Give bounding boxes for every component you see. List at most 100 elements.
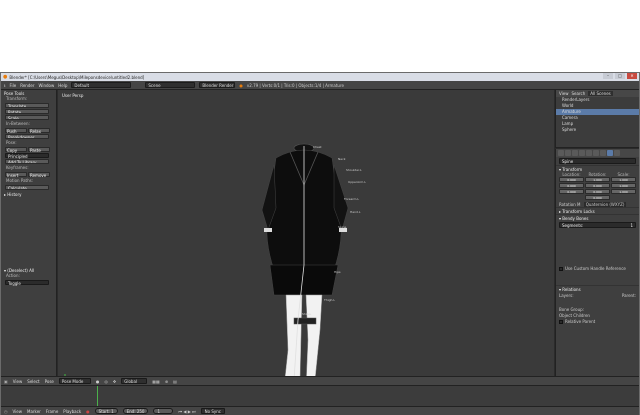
- timeline-marker-menu[interactable]: Marker: [27, 409, 41, 414]
- maximize-button[interactable]: □: [615, 73, 625, 79]
- segments-field[interactable]: Segments: 1: [559, 222, 636, 228]
- bone-label-shin[interactable]: Shin.L: [302, 312, 311, 316]
- scale-y[interactable]: 1.000: [611, 183, 636, 188]
- data-tab-icon[interactable]: [600, 150, 606, 156]
- playback-controls-icon[interactable]: ⏮ ◀ ▶ ⏭: [178, 409, 195, 414]
- close-button[interactable]: ✕: [627, 73, 637, 79]
- scale-button[interactable]: Scale: [5, 115, 49, 120]
- pivot-icon[interactable]: ◎: [104, 379, 108, 384]
- 3d-view-editor-icon[interactable]: ▣: [4, 379, 8, 384]
- bone-label-upperarm[interactable]: UpperArm.L: [348, 180, 366, 184]
- rotation-w[interactable]: 1.000: [585, 177, 610, 182]
- layout-selector[interactable]: Default: [71, 82, 132, 88]
- outliner-search-menu[interactable]: Search: [572, 91, 586, 96]
- rotation-z[interactable]: 0.000: [585, 195, 610, 200]
- location-z[interactable]: 0.000: [559, 189, 584, 194]
- 3d-viewport[interactable]: User Persp Chest Neck Shoulder.L UpperAr…: [58, 90, 554, 390]
- timeline[interactable]: [1, 385, 639, 407]
- timeline-frame-menu[interactable]: Frame: [46, 409, 58, 414]
- outliner-item-sphere[interactable]: Sphere: [556, 127, 639, 133]
- outliner-view-menu[interactable]: View: [559, 91, 569, 96]
- scene-tab-icon[interactable]: [572, 150, 578, 156]
- current-frame-cursor[interactable]: [97, 386, 98, 407]
- scale-x[interactable]: 1.000: [611, 177, 636, 182]
- relative-parent-row[interactable]: Relative Parent: [556, 318, 639, 324]
- bone-label-hand[interactable]: Hand.L: [350, 210, 361, 214]
- calculate-paths-button[interactable]: Calculate: [5, 185, 49, 190]
- location-y[interactable]: 0.000: [559, 183, 584, 188]
- rotate-button[interactable]: Rotate: [5, 109, 49, 114]
- pose-library-selector[interactable]: Principled: [5, 153, 49, 159]
- end-frame-value: 250: [136, 409, 145, 414]
- scale-z[interactable]: 1.000: [611, 189, 636, 194]
- minimize-button[interactable]: –: [603, 73, 613, 79]
- rotation-y[interactable]: 0.000: [585, 189, 610, 194]
- location-x[interactable]: 0.000: [559, 177, 584, 182]
- timeline-editor-icon[interactable]: ◷: [4, 409, 8, 414]
- end-frame-field[interactable]: End: 250: [122, 408, 149, 414]
- segments-label: Segments:: [562, 223, 584, 228]
- object-tab-icon[interactable]: [586, 150, 592, 156]
- render-engine-selector[interactable]: Blender Render: [199, 82, 236, 88]
- render-tab-icon[interactable]: [558, 150, 564, 156]
- menu-help[interactable]: Help: [58, 83, 67, 88]
- custom-handle-checkbox[interactable]: [559, 267, 563, 271]
- timeline-playback-menu[interactable]: Playback: [63, 409, 81, 414]
- bone-constraints-tab-icon[interactable]: [614, 150, 620, 156]
- relative-parent-checkbox[interactable]: [559, 320, 563, 324]
- add-to-library-button[interactable]: Add To Library: [5, 159, 49, 164]
- mode-selector[interactable]: Pose Mode: [58, 378, 91, 384]
- character-model[interactable]: [58, 90, 554, 390]
- bone-label-forearm[interactable]: Forearm.L: [344, 197, 359, 201]
- rotation-mode-selector[interactable]: Quaternion (WXYZ): [583, 202, 627, 207]
- record-icon[interactable]: ●: [86, 409, 90, 414]
- transform-panel[interactable]: ▾ Transform: [556, 165, 639, 172]
- render-preview-icon[interactable]: ▤: [173, 379, 177, 384]
- menu-window[interactable]: Window: [38, 83, 54, 88]
- bone-label-neck[interactable]: Neck: [338, 157, 345, 161]
- orientation-selector[interactable]: Global: [121, 378, 148, 384]
- sync-selector[interactable]: No Sync: [200, 408, 226, 414]
- shading-icon[interactable]: ●: [96, 379, 100, 384]
- in-between-label: In-Between:: [6, 121, 30, 126]
- bone-tab-icon[interactable]: [607, 150, 613, 156]
- start-frame-field[interactable]: Start: 1: [94, 408, 118, 414]
- bendy-bones-panel[interactable]: ▾ Bendy Bones: [556, 214, 639, 221]
- remove-keyframe-button[interactable]: Remove: [28, 172, 50, 178]
- menu-render[interactable]: Render: [20, 83, 34, 88]
- rotation-x[interactable]: 0.000: [585, 183, 610, 188]
- paste-pose-button[interactable]: Paste: [28, 147, 50, 153]
- translate-button[interactable]: Translate: [5, 103, 49, 108]
- transform-label: Transform:: [6, 96, 28, 101]
- info-editor-icon[interactable]: ℹ: [4, 83, 6, 88]
- menu-view[interactable]: View: [13, 379, 23, 384]
- copy-pose-button[interactable]: Copy: [5, 147, 27, 153]
- scene-selector[interactable]: Scene: [145, 82, 196, 88]
- bone-name-field[interactable]: Spine: [559, 158, 636, 164]
- bone-label-spine[interactable]: Spine: [338, 225, 346, 229]
- menu-file[interactable]: File: [10, 83, 17, 88]
- outliner-filter[interactable]: All Scenes: [588, 91, 613, 96]
- menu-pose[interactable]: Pose: [45, 379, 54, 384]
- constraints-tab-icon[interactable]: [593, 150, 599, 156]
- relations-panel[interactable]: ▾ Relations: [556, 285, 639, 292]
- manipulator-icon[interactable]: ✥: [113, 379, 116, 384]
- bone-label-hips[interactable]: Hips: [334, 270, 341, 274]
- current-frame-field[interactable]: 1: [153, 408, 174, 414]
- relax-button[interactable]: Relax: [28, 128, 50, 134]
- bone-label-chest[interactable]: Chest: [313, 145, 322, 149]
- action-selector[interactable]: Toggle: [5, 280, 49, 286]
- handle-spacer: [556, 271, 639, 285]
- snap-icon[interactable]: ⊕: [165, 379, 168, 384]
- layers-tab-icon[interactable]: [565, 150, 571, 156]
- world-tab-icon[interactable]: [579, 150, 585, 156]
- transform-locks-panel[interactable]: ▸ Transform Locks: [556, 207, 639, 214]
- breakdowner-button[interactable]: Breakdowner: [5, 134, 49, 139]
- timeline-view-menu[interactable]: View: [13, 409, 23, 414]
- bone-label-shoulder[interactable]: Shoulder.L: [346, 168, 362, 172]
- bone-label-thigh[interactable]: Thigh.L: [324, 298, 335, 302]
- push-button[interactable]: Push: [5, 128, 27, 134]
- insert-keyframe-button[interactable]: Insert: [5, 172, 27, 178]
- menu-select[interactable]: Select: [27, 379, 39, 384]
- layer-buttons-icon[interactable]: ▦▦: [152, 379, 160, 384]
